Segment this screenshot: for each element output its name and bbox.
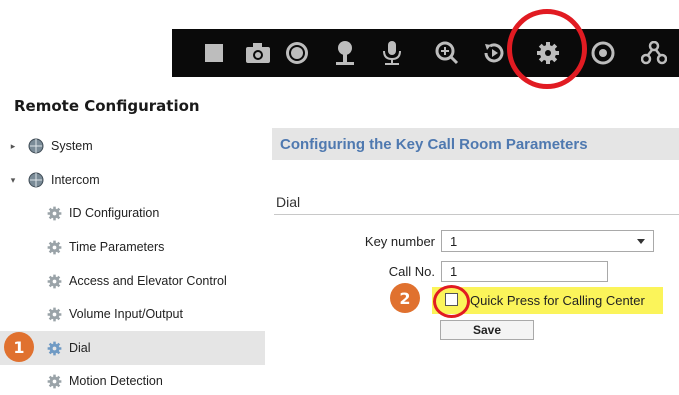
- sidebar-item-intercom[interactable]: ▾ Intercom: [0, 163, 265, 197]
- toolbar: [172, 29, 679, 77]
- zoom-in-icon[interactable]: [425, 29, 469, 77]
- sidebar-item-label: Volume Input/Output: [69, 307, 183, 321]
- record-icon[interactable]: [275, 29, 319, 77]
- sidebar-item-label: Access and Elevator Control: [69, 274, 227, 288]
- sidebar-item-label: Time Parameters: [69, 240, 165, 254]
- settings-gear-icon: [46, 306, 62, 322]
- save-button[interactable]: Save: [440, 320, 534, 340]
- chevron-right-icon[interactable]: ▸: [8, 141, 18, 152]
- gear-highlight-circle: [507, 9, 587, 89]
- microphone-icon[interactable]: [370, 29, 414, 77]
- sidebar-item-access-elevator-control[interactable]: Access and Elevator Control: [0, 264, 265, 298]
- checkbox-highlight-circle: [433, 285, 470, 318]
- network-icon[interactable]: [632, 29, 676, 77]
- sidebar-item-volume-input-output[interactable]: Volume Input/Output: [0, 297, 265, 331]
- settings-gear-icon: [46, 373, 62, 389]
- settings-gear-icon: [46, 205, 62, 221]
- step-badge-2: 2: [390, 283, 420, 313]
- call-no-label: Call No.: [388, 264, 435, 279]
- section-title: Dial: [276, 194, 301, 210]
- settings-gear-icon: [46, 273, 62, 289]
- system-globe-icon: [28, 138, 44, 154]
- settings-gear-icon: [46, 340, 62, 356]
- sidebar-item-label: System: [51, 139, 93, 153]
- speaker-icon[interactable]: [323, 29, 367, 77]
- step-badge-1: 1: [4, 332, 34, 362]
- panel-title: Configuring the Key Call Room Parameters: [280, 136, 588, 153]
- sidebar-item-label: Intercom: [51, 173, 100, 187]
- section-divider: [274, 214, 679, 215]
- dropdown-caret-icon[interactable]: [637, 239, 645, 244]
- sidebar-tree: ▸ System ▾ Intercom ID Configuration Tim…: [0, 128, 265, 395]
- sidebar-item-label: ID Configuration: [69, 206, 160, 220]
- panel-header: Configuring the Key Call Room Parameters: [272, 128, 679, 160]
- page-title: Remote Configuration: [14, 97, 200, 115]
- camera-icon[interactable]: [236, 29, 280, 77]
- sidebar-item-system[interactable]: ▸ System: [0, 129, 265, 163]
- sidebar-item-label: Dial: [69, 341, 91, 355]
- intercom-globe-icon: [28, 172, 44, 188]
- settings-gear-icon: [46, 239, 62, 255]
- key-number-label: Key number: [364, 234, 435, 249]
- key-number-select[interactable]: 1: [441, 230, 654, 252]
- sidebar-item-motion-detection[interactable]: Motion Detection: [0, 364, 265, 395]
- sidebar-item-dial[interactable]: Dial: [0, 331, 265, 365]
- target-icon[interactable]: [581, 29, 625, 77]
- call-no-input[interactable]: 1: [441, 261, 608, 282]
- sidebar-item-id-configuration[interactable]: ID Configuration: [0, 196, 265, 230]
- quick-press-label[interactable]: Quick Press for Calling Center: [470, 293, 645, 308]
- sidebar-item-label: Motion Detection: [69, 374, 163, 388]
- chevron-down-icon[interactable]: ▾: [8, 175, 18, 186]
- key-number-value: 1: [450, 234, 458, 249]
- sidebar-item-time-parameters[interactable]: Time Parameters: [0, 230, 265, 264]
- stop-square-icon[interactable]: [192, 29, 236, 77]
